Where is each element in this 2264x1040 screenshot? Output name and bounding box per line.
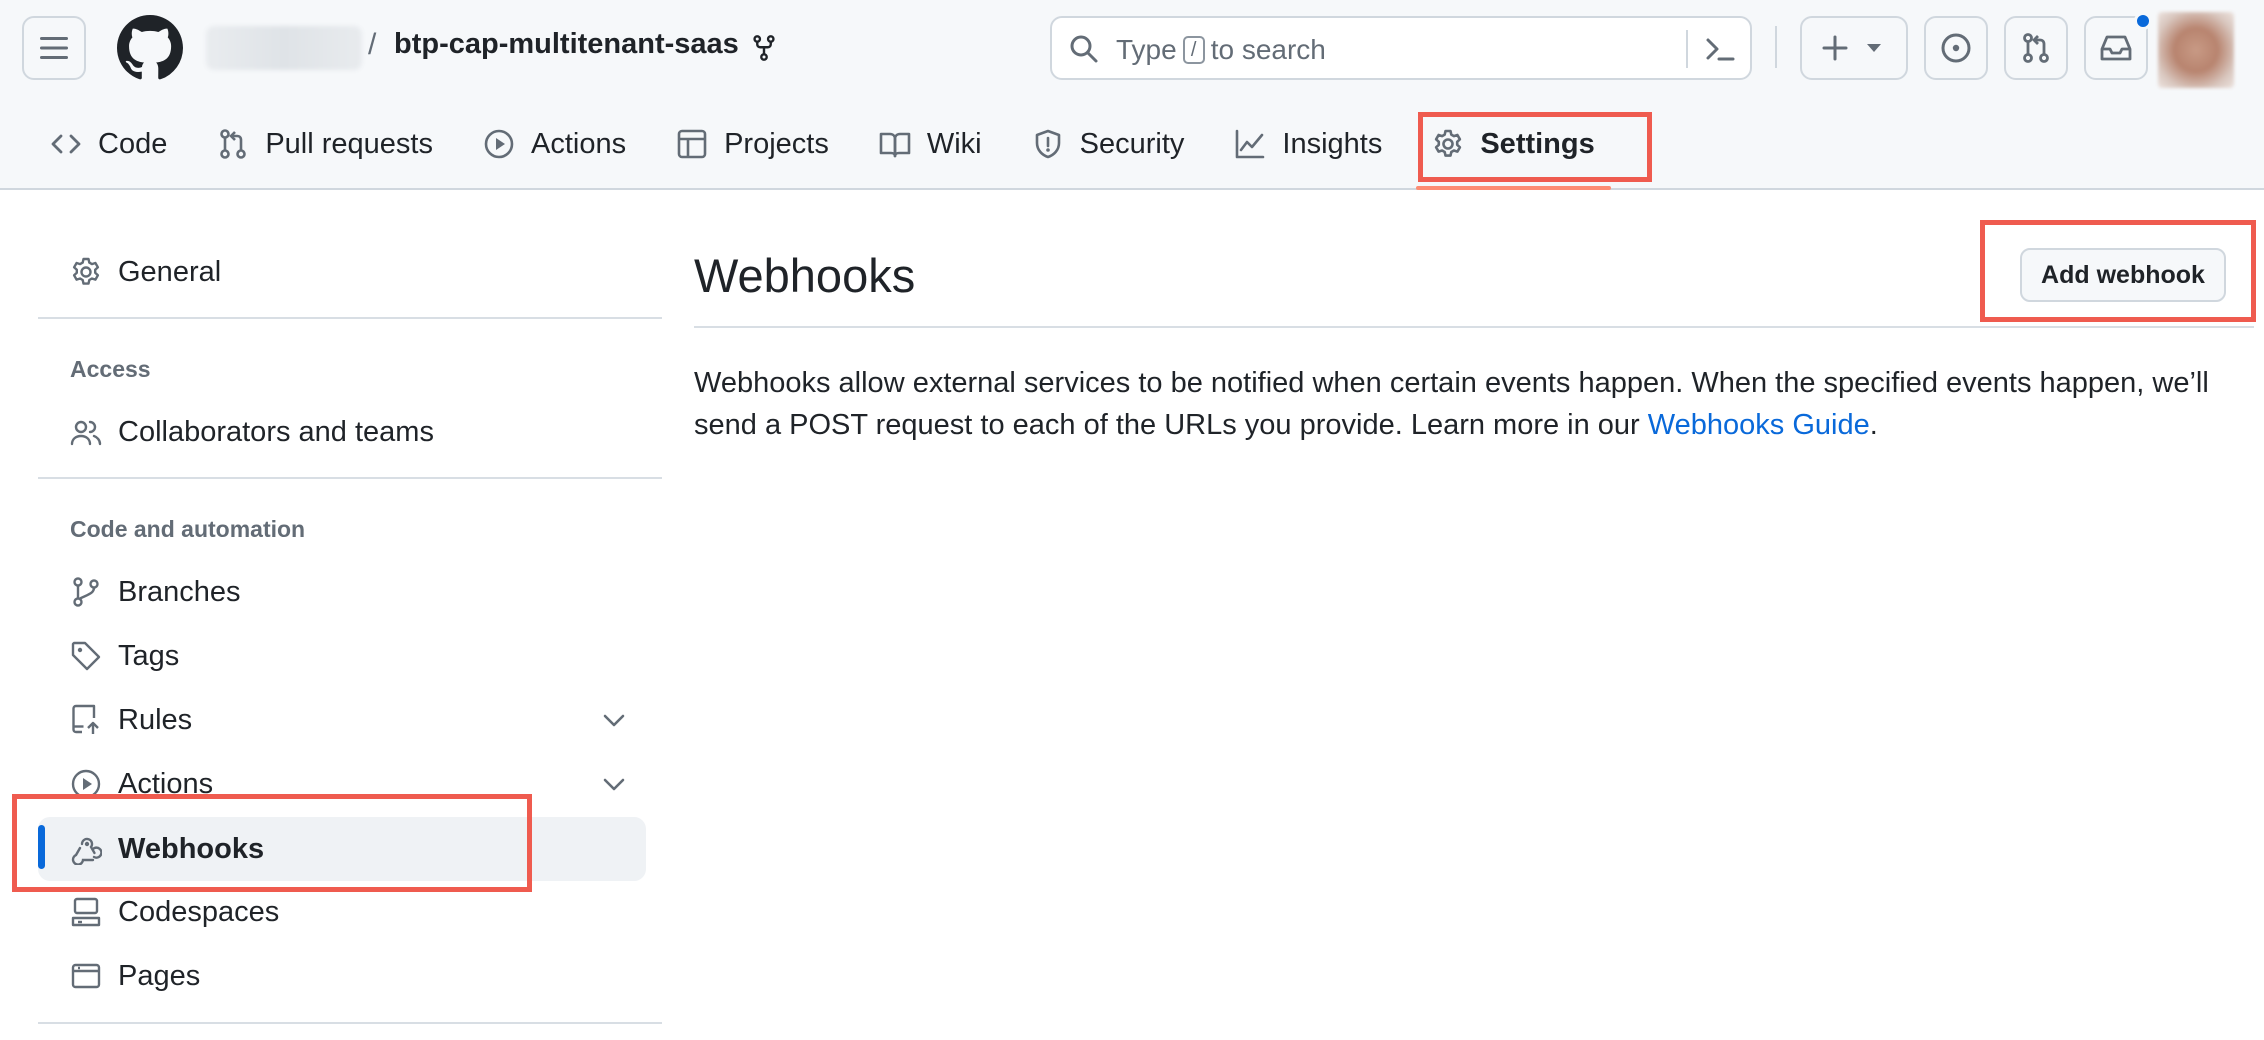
tab-actions[interactable]: Actions (467, 112, 642, 176)
plus-icon (1822, 35, 1848, 61)
tab-pull-requests-label: Pull requests (265, 127, 433, 160)
sidebar-item-label: Collaborators and teams (118, 415, 434, 448)
play-circle-icon (484, 129, 514, 159)
search-placeholder-prefix: Type (1116, 34, 1177, 65)
tab-insights-label: Insights (1282, 127, 1383, 160)
sidebar-heading-code-automation: Code and automation (70, 516, 306, 542)
add-webhook-highlight (1980, 220, 2256, 322)
description-text: Webhooks allow external services to be n… (694, 367, 2209, 441)
tab-wiki[interactable]: Wiki (863, 112, 998, 176)
webhooks-guide-link[interactable]: Webhooks Guide (1648, 409, 1870, 441)
tab-projects-label: Projects (724, 127, 829, 160)
sidebar-item-general[interactable]: General (38, 243, 646, 301)
sidebar-item-label: Rules (118, 703, 193, 736)
fork-icon (753, 35, 775, 61)
search-shortcut-key: / (1182, 36, 1205, 64)
inbox-icon (2100, 35, 2132, 61)
settings-tab-highlight (1418, 112, 1652, 182)
tab-pull-requests[interactable]: Pull requests (201, 112, 449, 176)
sidebar-divider (38, 317, 662, 319)
tab-security[interactable]: Security (1016, 112, 1201, 176)
sidebar-item-label: Pages (118, 959, 201, 992)
search-placeholder: Type / to search (1116, 34, 1326, 66)
tab-code[interactable]: Code (34, 112, 183, 176)
header-divider (1775, 26, 1777, 68)
sidebar-item-label: Tags (118, 639, 180, 672)
gear-icon (72, 257, 100, 285)
hamburger-menu-icon (40, 37, 68, 59)
user-avatar[interactable] (2158, 12, 2234, 88)
description-end: . (1869, 409, 1878, 441)
webhooks-item-highlight (12, 794, 532, 892)
sidebar-divider (38, 1022, 662, 1024)
breadcrumb-separator: / (368, 28, 377, 61)
search-placeholder-suffix: to search (1210, 34, 1326, 65)
sidebar-item-label: Branches (118, 575, 241, 608)
issues-button[interactable] (1924, 16, 1988, 80)
issue-opened-icon (1941, 33, 1971, 63)
tab-projects[interactable]: Projects (660, 112, 845, 176)
sidebar-item-rules[interactable]: Rules (38, 691, 646, 749)
table-icon (677, 129, 707, 159)
search-divider (1686, 30, 1688, 68)
repo-owner-redacted[interactable] (206, 26, 362, 70)
webhooks-description: Webhooks allow external services to be n… (694, 362, 2234, 446)
shield-icon (1035, 129, 1060, 159)
sidebar-divider (38, 477, 662, 479)
github-logo-icon[interactable] (117, 15, 183, 81)
repo-nav-tabs: Code Pull requests Actions Projects Wiki… (34, 112, 1629, 190)
tab-insights[interactable]: Insights (1218, 112, 1398, 176)
git-branch-icon (73, 577, 99, 607)
sidebar-item-label: General (118, 255, 222, 288)
sidebar-item-label: Codespaces (118, 895, 280, 928)
code-icon (51, 134, 81, 154)
page-title: Webhooks (694, 249, 916, 302)
search-icon (1070, 35, 1098, 63)
create-new-button[interactable] (1800, 16, 1908, 80)
sidebar-heading-access: Access (70, 356, 151, 382)
sidebar-item-tags[interactable]: Tags (38, 627, 646, 685)
repo-name-link[interactable]: btp-cap-multitenant-saas (394, 28, 739, 61)
graph-icon (1236, 129, 1265, 159)
chevron-down-icon[interactable] (600, 706, 628, 734)
repo-header: / btp-cap-multitenant-saas Type / to sea… (0, 0, 2264, 190)
caret-down-icon (1867, 44, 1881, 52)
sidebar-item-pages[interactable]: Pages (38, 947, 646, 1005)
sidebar-item-collaborators[interactable]: Collaborators and teams (38, 403, 646, 461)
notification-indicator (2134, 12, 2152, 30)
chevron-down-icon[interactable] (600, 770, 628, 798)
global-menu-button[interactable] (22, 16, 86, 80)
pull-request-icon (220, 129, 247, 159)
pull-requests-button[interactable] (2004, 16, 2068, 80)
command-palette-icon[interactable] (1704, 34, 1736, 64)
pull-request-icon (2023, 33, 2049, 63)
tab-code-label: Code (98, 127, 168, 160)
repo-push-icon (72, 704, 99, 734)
global-search-input[interactable]: Type / to search (1050, 16, 1752, 80)
tab-security-label: Security (1079, 127, 1185, 160)
browser-icon (71, 963, 101, 989)
tab-actions-label: Actions (530, 127, 627, 160)
tag-icon (71, 641, 101, 671)
sidebar-item-branches[interactable]: Branches (38, 563, 646, 621)
book-icon (879, 132, 911, 158)
tab-wiki-label: Wiki (926, 127, 982, 160)
title-divider (694, 326, 2254, 328)
codespaces-icon (71, 897, 101, 927)
people-icon (70, 420, 102, 446)
